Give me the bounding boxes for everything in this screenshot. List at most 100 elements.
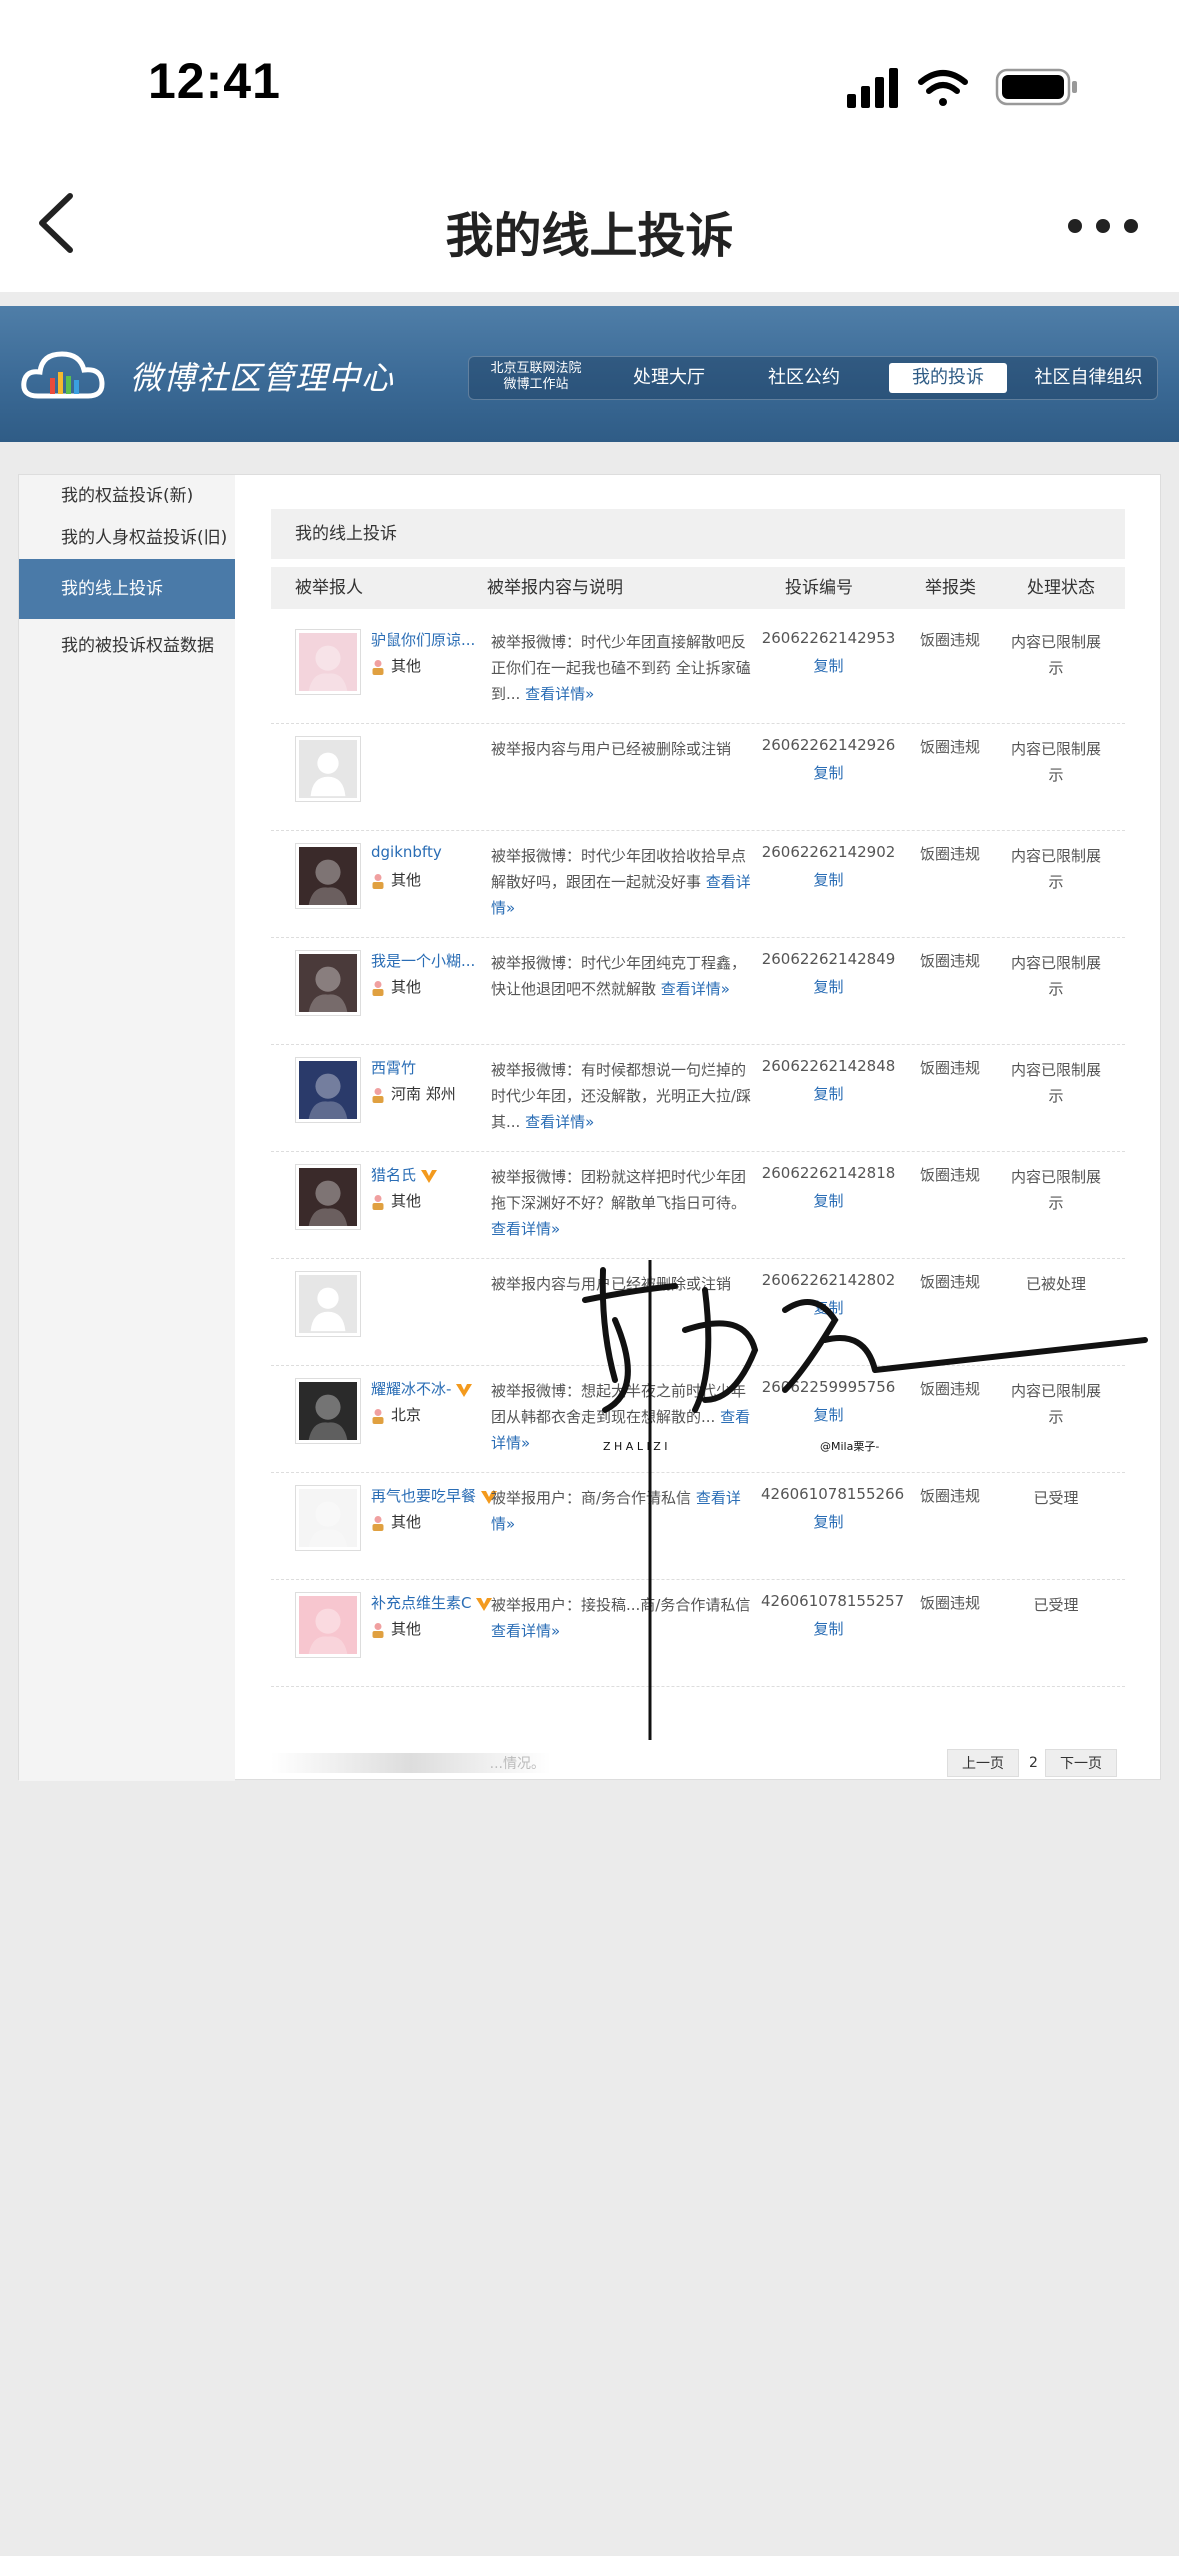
- complaint-id: 426061078155266: [761, 1485, 905, 1503]
- view-details-link[interactable]: 查看详情»: [491, 1220, 560, 1238]
- complaint-description: 被举报微博：时代少年团收拾收拾早点解散好吗，跟团在一起就没好事 查看详情»: [491, 847, 751, 917]
- signature-stroke: [648, 1260, 652, 1740]
- reported-location: 其他: [371, 869, 421, 890]
- avatar[interactable]: [295, 1485, 361, 1551]
- status-bar: 12:41: [0, 0, 1179, 150]
- complaint-description: 被举报内容与用户已经被删除或注销: [491, 740, 732, 758]
- default-avatar[interactable]: [295, 736, 361, 802]
- court-line1: 北京互联网法院: [490, 361, 582, 376]
- reported-location: 河南 郑州: [371, 1083, 456, 1104]
- report-type: 饭圈违规: [919, 952, 980, 970]
- copy-link[interactable]: 复制: [761, 1083, 896, 1104]
- complaint-description: 被举报微博：时代少年团直接解散吧反正你们在一起我也磕不到药 全让拆家磕到... …: [491, 633, 751, 703]
- view-details-link[interactable]: 查看详情»: [661, 980, 730, 998]
- process-status: 已受理: [1033, 1596, 1079, 1614]
- table-row: 耀耀冰不冰- 北京 被举报微博：想起大半夜之前时代少年团从韩都衣舍走到现在想解散的.…: [271, 1366, 1125, 1473]
- default-avatar[interactable]: [295, 1271, 361, 1337]
- process-status: 内容已限制展示: [1010, 740, 1101, 784]
- avatar[interactable]: [295, 1378, 361, 1444]
- col-content: 被举报内容与说明: [487, 578, 623, 598]
- col-reported-user: 被举报人: [295, 578, 363, 598]
- person-icon: [372, 1408, 384, 1424]
- copy-link[interactable]: 复制: [761, 1511, 896, 1532]
- copy-link[interactable]: 复制: [761, 1404, 896, 1425]
- table-row: 被举报内容与用户已经被删除或注销 26062262142802 复制 饭圈违规 已被处理: [271, 1259, 1125, 1366]
- reported-username[interactable]: 补充点维生素C: [371, 1592, 493, 1613]
- complaint-description: 被举报微博：时代少年团纯克丁程鑫，快让他退团吧不然就解散 查看详情»: [491, 954, 747, 998]
- complaint-id: 26062262142953: [761, 629, 896, 647]
- report-type: 饭圈违规: [919, 631, 980, 649]
- process-status: 内容已限制展示: [1010, 1382, 1101, 1426]
- pager-footnote: ...情况。: [271, 1753, 551, 1773]
- more-options-icon[interactable]: [1065, 206, 1141, 246]
- person-icon: [372, 659, 384, 675]
- avatar[interactable]: [295, 1164, 361, 1230]
- report-type: 饭圈违规: [919, 1166, 980, 1184]
- copy-link[interactable]: 复制: [761, 1190, 896, 1211]
- process-status: 已受理: [1033, 1489, 1079, 1507]
- prev-page-button[interactable]: 上一页: [947, 1749, 1019, 1777]
- copy-link[interactable]: 复制: [761, 869, 896, 890]
- tab-community-rules[interactable]: 社区公约: [754, 357, 854, 399]
- sidebar: 我的权益投诉(新) 我的人身权益投诉(旧) 我的线上投诉 我的被投诉权益数据: [19, 475, 235, 1781]
- complaint-description: 被举报用户：商/务合作请私信 查看详情»: [491, 1489, 741, 1533]
- reported-username[interactable]: 猎名氏: [371, 1164, 438, 1185]
- sidebar-item-rights-complaint-new[interactable]: 我的权益投诉(新): [19, 481, 235, 511]
- current-page[interactable]: 2: [1029, 1749, 1038, 1777]
- table-row: 猎名氏 其他 被举报微博：团粉就这样把时代少年团拖下深渊好不好？解散单飞指日可待。 …: [271, 1152, 1125, 1259]
- copy-link[interactable]: 复制: [761, 976, 896, 997]
- avatar[interactable]: [295, 1057, 361, 1123]
- reported-username[interactable]: dgiknbfty: [371, 843, 442, 861]
- reported-username[interactable]: 再气也要吃早餐: [371, 1485, 498, 1506]
- copy-link[interactable]: 复制: [761, 762, 896, 783]
- next-page-button[interactable]: 下一页: [1045, 1749, 1117, 1777]
- complaint-id: 426061078155257: [761, 1592, 905, 1610]
- copy-link[interactable]: 复制: [761, 1618, 896, 1639]
- view-details-link[interactable]: 查看详情»: [525, 685, 594, 703]
- complaint-id: 26062262142849: [761, 950, 896, 968]
- person-icon: [372, 873, 384, 889]
- court-link[interactable]: 北京互联网法院 微博工作站: [481, 361, 591, 393]
- process-status: 内容已限制展示: [1010, 1061, 1101, 1105]
- process-status: 内容已限制展示: [1010, 847, 1101, 891]
- table-title: 我的线上投诉: [271, 509, 1125, 559]
- tab-my-complaints[interactable]: 我的投诉: [889, 363, 1007, 393]
- avatar[interactable]: [295, 843, 361, 909]
- complaint-description: 被举报微博：想起大半夜之前时代少年团从韩都衣舍走到现在想解散的... 查看详情»: [491, 1382, 751, 1452]
- report-type: 饭圈违规: [919, 1059, 980, 1077]
- status-icons: [847, 68, 1077, 108]
- report-type: 饭圈违规: [919, 845, 980, 863]
- sidebar-item-complained-data[interactable]: 我的被投诉权益数据: [19, 631, 235, 661]
- reported-username[interactable]: 我是一个小糊...: [371, 950, 475, 971]
- tab-processing-hall[interactable]: 处理大厅: [619, 357, 719, 399]
- reported-username[interactable]: 耀耀冰不冰-: [371, 1378, 473, 1399]
- complaint-id: 26062262142926: [761, 736, 896, 754]
- complaint-id: 26062262142902: [761, 843, 896, 861]
- table-row: dgiknbfty 其他 被举报微博：时代少年团收拾收拾早点解散好吗，跟团在一起就没…: [271, 831, 1125, 938]
- person-icon: [372, 980, 384, 996]
- avatar[interactable]: [295, 950, 361, 1016]
- tab-self-regulation[interactable]: 社区自律组织: [1021, 357, 1156, 399]
- reported-username[interactable]: 西霄竹: [371, 1057, 416, 1078]
- copy-link[interactable]: 复制: [761, 1297, 896, 1318]
- sidebar-item-personal-rights-old[interactable]: 我的人身权益投诉(旧): [19, 523, 235, 553]
- header-title: 微博社区管理中心: [130, 359, 395, 397]
- report-type: 饭圈违规: [919, 1273, 980, 1291]
- nav-bar: 我的线上投诉: [0, 150, 1179, 292]
- sidebar-item-online-complaints[interactable]: 我的线上投诉: [19, 559, 235, 619]
- reported-location: 其他: [371, 655, 421, 676]
- view-details-link[interactable]: 查看详情»: [525, 1113, 594, 1131]
- col-type: 举报类: [925, 578, 976, 598]
- reported-username[interactable]: 驴鼠你们原谅...: [371, 629, 475, 650]
- report-type: 饭圈违规: [919, 1380, 980, 1398]
- avatar[interactable]: [295, 629, 361, 695]
- avatar[interactable]: [295, 1592, 361, 1658]
- header-nav: 北京互联网法院 微博工作站 处理大厅 社区公约 我的投诉 社区自律组织: [468, 356, 1158, 400]
- table-row: 西霄竹 河南 郑州 被举报微博：有时候都想说一句烂掉的时代少年团，还没解散，光明正大…: [271, 1045, 1125, 1152]
- copy-link[interactable]: 复制: [761, 655, 896, 676]
- court-line2: 微博工作站: [503, 377, 569, 392]
- table-row: 补充点维生素C 其他 被举报用户：接投稿...商/务合作请私信 查看详情» 42606…: [271, 1580, 1125, 1687]
- complaint-id: 26062259995756: [761, 1378, 896, 1396]
- complaint-description: 被举报内容与用户已经被删除或注销: [491, 1275, 732, 1293]
- view-details-link[interactable]: 查看详情»: [491, 1622, 560, 1640]
